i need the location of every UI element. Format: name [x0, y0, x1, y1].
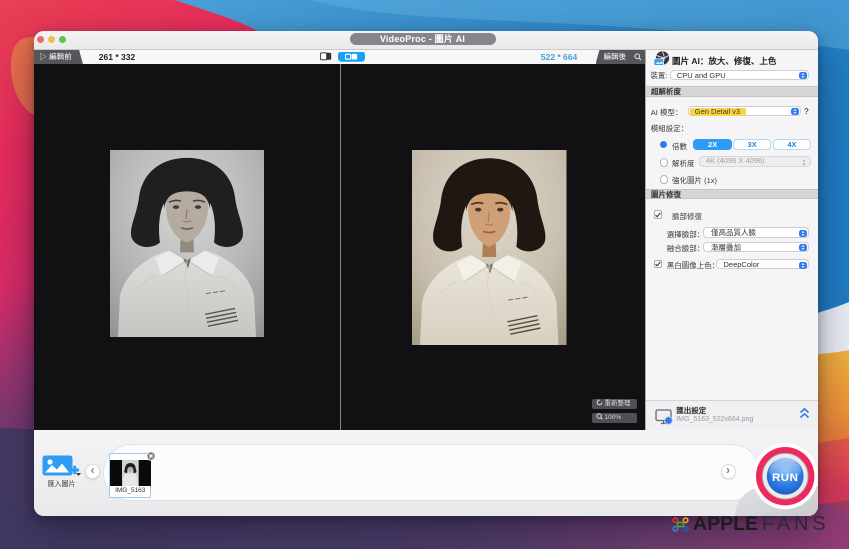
svg-text:RUN: RUN: [772, 472, 798, 484]
